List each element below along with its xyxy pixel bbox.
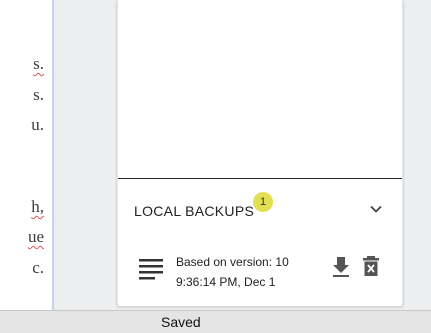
document-page[interactable]: s. s. u. h, ue c. bbox=[0, 0, 53, 310]
backup-item[interactable]: Based on version: 10 9:36:14 PM, Dec 1 bbox=[118, 248, 402, 292]
document-text-line: c. bbox=[32, 258, 44, 277]
document-text-line: s. bbox=[33, 54, 44, 73]
panel-content-area bbox=[118, 0, 402, 178]
panel-divider bbox=[118, 178, 402, 179]
download-icon[interactable] bbox=[330, 254, 352, 278]
document-lines-icon bbox=[139, 259, 163, 280]
page-edge bbox=[52, 0, 54, 310]
section-title: LOCAL BACKUPS bbox=[134, 203, 255, 219]
delete-icon[interactable] bbox=[360, 254, 382, 278]
backup-timestamp: 9:36:14 PM, Dec 1 bbox=[176, 275, 276, 289]
backups-panel: LOCAL BACKUPS 1 Based on version: 10 9:3… bbox=[117, 0, 403, 306]
status-bar: Saved bbox=[0, 310, 431, 333]
backup-count-badge: 1 bbox=[253, 192, 273, 212]
document-text-line: u. bbox=[31, 115, 44, 134]
local-backups-header[interactable]: LOCAL BACKUPS 1 bbox=[118, 190, 402, 230]
backup-version: Based on version: 10 bbox=[176, 255, 289, 269]
document-text-line: s. bbox=[33, 85, 44, 104]
document-text-line: ue bbox=[27, 227, 44, 246]
backup-details: Based on version: 10 9:36:14 PM, Dec 1 bbox=[176, 252, 289, 292]
chevron-down-icon[interactable] bbox=[368, 201, 384, 217]
save-status: Saved bbox=[161, 314, 201, 330]
document-text-line: h, bbox=[31, 197, 44, 216]
